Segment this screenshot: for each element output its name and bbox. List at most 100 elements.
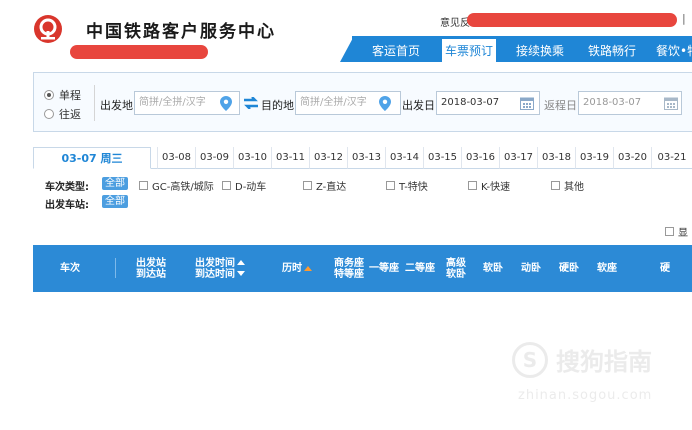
train-type-all-button[interactable]: 全部 [102,177,128,190]
col-label: 软卧 [483,263,503,274]
col-duration[interactable]: 历时 [271,245,323,292]
filter-other[interactable]: 其他 [551,178,584,193]
nav-ticket-booking[interactable]: 车票预订 [441,38,498,62]
col-hard-seat: 硬 [626,245,670,292]
round-trip-radio[interactable]: 往返 [44,106,81,122]
date-tab[interactable]: 03-16 [461,147,499,169]
checkbox-icon[interactable] [139,181,148,190]
return-date-label: 返程日 [544,99,577,112]
date-tab[interactable]: 03-20 [613,147,651,169]
filter-z-direct[interactable]: Z-直达 [303,178,346,193]
date-tab[interactable]: 03-10 [233,147,271,169]
col-deluxe-soft-sleeper: 高级 软卧 [438,245,474,292]
filter-label: D-动车 [235,182,267,193]
sort-up-icon[interactable] [304,265,312,271]
date-tab[interactable]: 03-17 [499,147,537,169]
checkbox-icon[interactable] [468,181,477,190]
nav-catering[interactable]: 餐饮•特 [656,41,692,61]
nav-passenger-home[interactable]: 客运首页 [372,41,420,61]
round-trip-label: 往返 [59,108,81,121]
col-label: 一等座 [369,263,399,274]
date-tab[interactable]: 03-19 [575,147,613,169]
site-title: 中国铁路客户服务中心 [86,22,276,42]
calendar-icon[interactable] [520,96,534,110]
date-tab[interactable]: 03-14 [385,147,423,169]
col-train-number: 车次 [33,245,107,292]
radio-unchecked-icon[interactable] [44,109,54,119]
sogou-logo-icon: S [512,342,548,378]
from-label: 出发地 [100,99,133,112]
one-way-radio[interactable]: 单程 [44,87,81,103]
checkbox-icon[interactable] [222,181,231,190]
filter-d-emu[interactable]: D-动车 [222,178,266,193]
departure-station-label: 出发车站: [45,200,89,211]
one-way-label: 单程 [59,89,81,102]
nav-railway-pass[interactable]: 铁路畅行 [588,41,636,61]
date-tab[interactable]: 03-09 [195,147,233,169]
col-label: 特等座 [334,268,364,280]
date-tab[interactable]: 03-18 [537,147,575,169]
watermark-text: 搜狗指南 [556,348,652,376]
col-label: 二等座 [405,263,435,274]
col-label: 动卧 [521,263,541,274]
departure-station-all-button[interactable]: 全部 [102,195,128,208]
location-pin-icon[interactable] [220,96,232,111]
show-option[interactable]: 显 [665,224,688,239]
filter-t-express[interactable]: T-特快 [386,178,428,193]
date-tab[interactable]: 03-21 [651,147,692,169]
swap-stations-icon[interactable] [244,97,258,109]
date-tabs: 03-07 周三 03-08 03-09 03-10 03-11 03-12 0… [33,147,692,169]
date-tab[interactable]: 03-08 [157,147,195,169]
filter-label: T-特快 [399,182,428,193]
depart-date-label: 出发日 [402,99,435,112]
col-stations: 出发站 到达站 [119,245,183,292]
page: 中国铁路客户服务中心 意见反 | 客运首页 车票预订 接续换乘 铁路畅行 餐饮•… [0,0,692,430]
sort-up-icon[interactable] [237,260,245,265]
col-divider [115,258,116,278]
col-label: 到达时间 [195,268,235,280]
filter-label: 其他 [564,182,584,193]
header-separator: | [682,12,686,25]
show-label: 显 [678,228,688,239]
checkbox-icon[interactable] [665,227,674,236]
col-label: 硬卧 [559,263,579,274]
filter-label: K-快速 [481,182,511,193]
col-emu-sleeper: 动卧 [512,245,550,292]
date-tab[interactable]: 03-13 [347,147,385,169]
to-label: 目的地 [261,99,294,112]
sogou-watermark: S 搜狗指南 zhinan.sogou.com [512,340,672,410]
railway-logo-icon[interactable] [33,14,63,44]
date-tab-active[interactable]: 03-07 周三 [33,147,151,169]
col-label: 历时 [282,263,302,274]
train-type-label: 车次类型: [45,182,89,193]
radio-checked-icon[interactable] [44,90,54,100]
col-times[interactable]: 出发时间 到达时间 [185,245,255,292]
redacted-username [70,45,208,59]
redacted-account-info [467,13,677,27]
checkbox-icon[interactable] [551,181,560,190]
filter-label: Z-直达 [316,182,347,193]
col-label: 出发站 [136,257,166,269]
calendar-icon[interactable] [664,96,678,110]
checkbox-icon[interactable] [303,181,312,190]
sort-down-icon[interactable] [237,271,245,276]
location-pin-icon[interactable] [379,96,391,111]
col-label: 软卧 [446,268,466,280]
col-soft-sleeper: 软卧 [474,245,512,292]
col-hard-sleeper: 硬卧 [550,245,588,292]
date-tab[interactable]: 03-11 [271,147,309,169]
date-tab[interactable]: 03-12 [309,147,347,169]
divider [94,85,95,121]
results-table-header: 车次 出发站 到达站 出发时间 到达时间 历时 商务座 特等座 一等座 二等座 … [33,245,692,292]
col-first-class: 一等座 [366,245,402,292]
col-label: 高级 [446,257,466,269]
filter-k-fast[interactable]: K-快速 [468,178,510,193]
filter-gc-highspeed[interactable]: GC-高铁/城际 [139,178,214,193]
checkbox-icon[interactable] [386,181,395,190]
date-tab[interactable]: 03-15 [423,147,461,169]
col-label: 出发时间 [195,257,235,269]
col-business-seat: 商务座 特等座 [332,245,366,292]
nav-transfer[interactable]: 接续换乘 [516,41,564,61]
feedback-link[interactable]: 意见反 [440,14,470,29]
col-label: 车次 [60,263,80,274]
